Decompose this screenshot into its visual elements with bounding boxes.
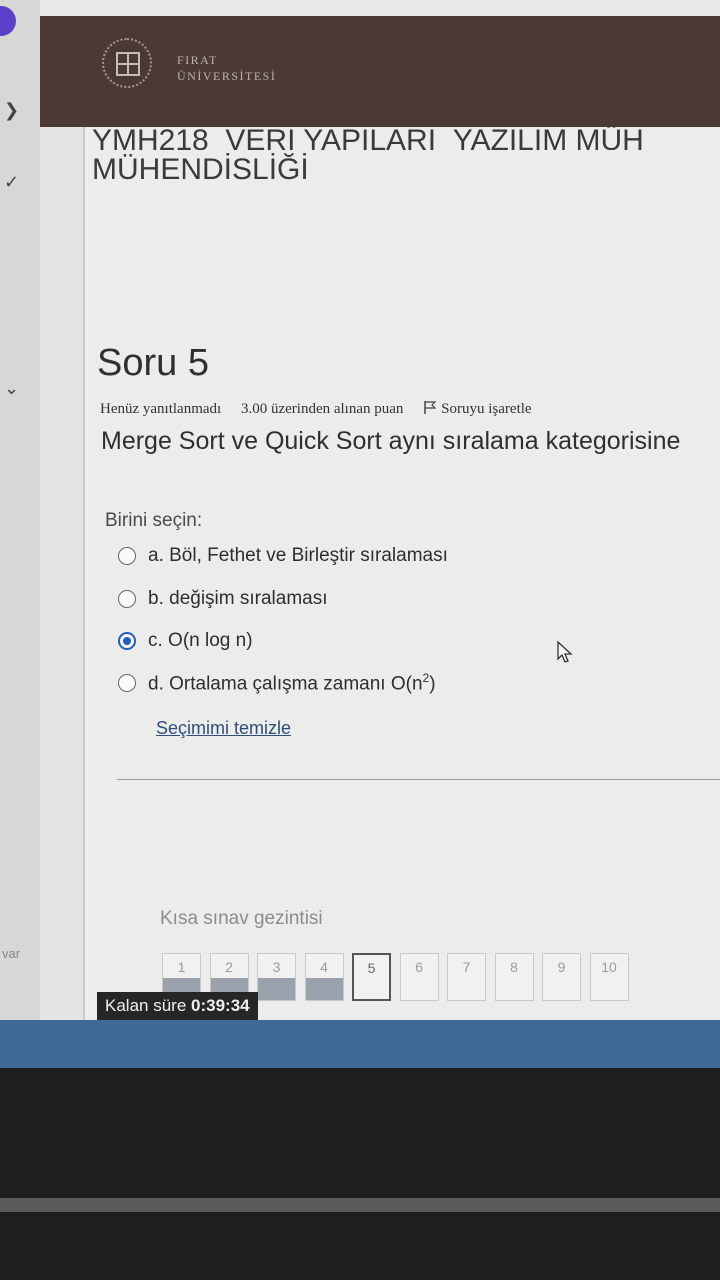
answer-option-a[interactable]: a. Böl, Fethet ve Birleştir sıralaması — [118, 541, 448, 571]
question-status: Henüz yanıtlanmadı — [100, 401, 222, 417]
answer-option-d[interactable]: d. Ortalama çalışma zamanı O(n2) — [118, 668, 436, 698]
answer-option-label-text: d. Ortalama çalışma zamanı O(n — [148, 673, 423, 695]
quiz-page-button-3[interactable]: 3 — [257, 953, 296, 1001]
quiz-page-button-4[interactable]: 4 — [304, 953, 344, 1001]
question-text: Merge Sort ve Quick Sort aynı sıralama k… — [101, 427, 681, 455]
quiz-page-button-8[interactable]: 8 — [494, 953, 534, 1001]
university-logo[interactable] — [102, 38, 152, 88]
answer-option-c[interactable]: c. O(n log n) — [118, 626, 253, 656]
flag-question-label: Soruyu işaretle — [441, 401, 532, 417]
sidebar-partial-text: var — [2, 946, 21, 961]
radio-button[interactable] — [118, 547, 136, 565]
university-name-line1: FIRAT — [177, 53, 218, 67]
quiz-page-button-10[interactable]: 10 — [589, 953, 629, 1001]
answer-option-label: b. değişim sıralaması — [148, 588, 328, 609]
flag-icon — [424, 401, 437, 414]
answer-option-label: a. Böl, Fethet ve Birleştir sıralaması — [148, 545, 448, 566]
course-drawer — [40, 0, 85, 1020]
course-title-line2: MÜHENDİSLİĞİ — [92, 153, 309, 186]
quiz-page-button-6[interactable]: 6 — [399, 953, 439, 1001]
profile-avatar[interactable] — [0, 6, 16, 36]
logo-emblem-icon — [116, 52, 140, 76]
flag-question-button[interactable]: Soruyu işaretle — [423, 401, 547, 417]
os-taskbar — [0, 1020, 720, 1068]
mouse-cursor-icon — [557, 640, 573, 663]
divider — [117, 779, 720, 780]
clear-choice-link[interactable]: Seçimimi temizle — [156, 718, 291, 739]
course-title-line1: YMH218_VERİ YAPILARI_YAZILIM MÜH — [92, 124, 644, 150]
quiz-page-button-5[interactable]: 5 — [352, 953, 391, 1001]
question-info: Henüz yanıtlanmadı 3.00 üzerinden alınan… — [100, 400, 564, 418]
university-name: FIRAT ÜNİVERSİTESİ — [177, 52, 276, 84]
time-remaining: Kalan süre 0:39:34 — [97, 992, 258, 1020]
quiz-page-button-7[interactable]: 7 — [447, 953, 486, 1001]
chevron-icon[interactable]: ❯ — [4, 100, 19, 121]
question-points: 3.00 üzerinden alınan puan — [240, 401, 404, 417]
chevron-down-icon[interactable]: ✓ — [4, 172, 19, 193]
radio-button-selected[interactable] — [118, 632, 136, 650]
time-remaining-label: Kalan süre — [105, 996, 187, 1015]
university-name-line2: ÜNİVERSİTESİ — [177, 69, 277, 83]
answer-option-b[interactable]: b. değişim sıralaması — [118, 584, 328, 614]
answer-option-label-end: ) — [429, 673, 436, 695]
header-top-strip — [40, 0, 720, 16]
answer-option-label: d. Ortalama çalışma zamanı O(n2) — [148, 671, 436, 695]
choose-label: Birini seçin: — [105, 510, 203, 531]
bezel-edge — [0, 1198, 720, 1212]
quiz-nav-title: Kısa sınav gezintisi — [160, 908, 323, 929]
radio-button[interactable] — [118, 590, 136, 608]
course-title: YMH218_VERİ YAPILARI_YAZILIM MÜH MÜHENDİ… — [92, 110, 720, 190]
time-remaining-value: 0:39:34 — [191, 996, 250, 1015]
question-title: Soru 5 — [97, 342, 209, 384]
site-header: FIRAT ÜNİVERSİTESİ — [40, 0, 720, 127]
radio-button[interactable] — [118, 674, 136, 692]
chevron-down-icon[interactable]: ⌄ — [4, 378, 19, 399]
answer-option-label: c. O(n log n) — [148, 630, 253, 651]
monitor-bezel — [0, 1068, 720, 1280]
main-content — [85, 127, 720, 1020]
browser-sidebar: ❯ ✓ ⌄ var — [0, 0, 40, 1020]
quiz-page-button-9[interactable]: 9 — [542, 953, 581, 1001]
